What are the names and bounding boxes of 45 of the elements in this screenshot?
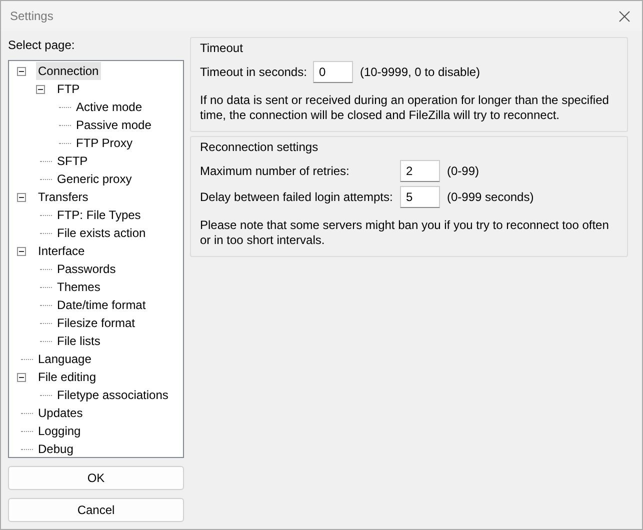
tree-item[interactable]: Active mode [74, 98, 144, 116]
tree-item[interactable]: Date/time format [55, 296, 148, 314]
dialog-button[interactable]: Cancel [8, 498, 184, 522]
field-label: Timeout in seconds: [200, 64, 307, 81]
field-label: Delay between failed login attempts: [200, 189, 394, 206]
range-hint: (0-999 seconds) [447, 189, 534, 206]
number-field[interactable]: 0 [312, 61, 353, 83]
tree-item[interactable]: Interface [36, 242, 87, 260]
tree-item[interactable]: File lists [55, 332, 102, 350]
tree-item[interactable]: Connection [36, 62, 101, 80]
collapse-icon[interactable] [17, 372, 26, 382]
tree-item[interactable]: Debug [36, 440, 76, 457]
group-title: Timeout [200, 41, 244, 55]
tree-item[interactable]: File exists action [55, 224, 148, 242]
tree-item[interactable]: Logging [36, 422, 83, 440]
tree-item[interactable]: FTP [55, 80, 82, 98]
tree-item[interactable]: SFTP [55, 152, 90, 170]
help-text: If no data is sent or received during an operation for longer than the specified time, the connection will be closed and FileZilla will try to reconnect. [200, 93, 610, 123]
tree-item[interactable]: Language [36, 350, 94, 368]
tree-item[interactable]: Filesize format [55, 314, 138, 332]
field-label: Maximum number of retries: [200, 163, 350, 180]
tree-item[interactable]: Generic proxy [55, 170, 134, 188]
tree-item[interactable]: Passwords [55, 260, 118, 278]
collapse-icon[interactable] [17, 192, 26, 202]
tree-item[interactable]: Filetype associations [55, 386, 170, 404]
tree-item[interactable]: FTP Proxy [74, 134, 134, 152]
tree-item[interactable]: Transfers [36, 188, 90, 206]
sidebar-label: Select page: [8, 38, 76, 52]
number-field[interactable]: 5 [400, 186, 440, 208]
close-icon[interactable] [619, 10, 630, 22]
tree-item[interactable]: Passive mode [74, 116, 154, 134]
collapse-icon[interactable] [17, 66, 26, 76]
help-text: Please note that some servers might ban you if you try to reconnect too often or in too short intervals. [200, 218, 610, 248]
number-field[interactable]: 2 [400, 160, 440, 182]
tree-item[interactable]: Themes [55, 278, 102, 296]
collapse-icon[interactable] [17, 246, 26, 256]
tree-item[interactable]: File editing [36, 368, 98, 386]
tree-item[interactable]: Updates [36, 404, 85, 422]
collapse-icon[interactable] [36, 84, 45, 94]
group-title: Reconnection settings [200, 140, 320, 154]
window-title: Settings [10, 8, 54, 25]
range-hint: (0-99) [447, 163, 480, 180]
range-hint: (10-9999, 0 to disable) [360, 64, 480, 81]
tree-item[interactable]: FTP: File Types [55, 206, 143, 224]
dialog-button[interactable]: OK [8, 466, 184, 490]
